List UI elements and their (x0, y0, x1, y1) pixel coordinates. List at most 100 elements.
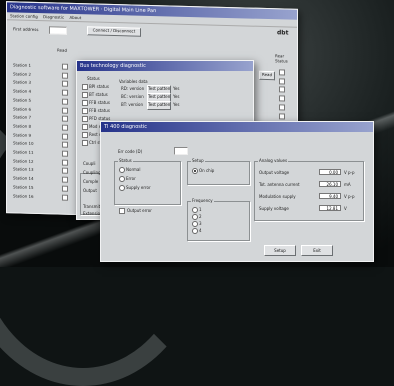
bus-status-checkbox[interactable] (82, 84, 88, 90)
station-read-checkbox[interactable] (62, 133, 68, 140)
station-label: Station 3 (13, 79, 32, 86)
bus-status-checkbox[interactable] (82, 132, 88, 138)
station-rear-checkbox[interactable] (279, 112, 285, 119)
frequency-radio[interactable] (192, 214, 198, 220)
station-rear-checkbox[interactable] (279, 78, 285, 85)
station-read-checkbox[interactable] (62, 168, 68, 175)
status-radio[interactable] (119, 185, 125, 191)
col-read-label: Read (57, 47, 68, 53)
station-read-checkbox[interactable] (62, 194, 68, 201)
bus-status-checkbox[interactable] (82, 92, 88, 98)
station-read-checkbox[interactable] (62, 107, 68, 114)
err-code-label: Err code (D) (118, 149, 143, 154)
station-rear-checkbox[interactable] (279, 104, 285, 111)
brand-logo: dbt (277, 29, 289, 37)
output-error-label: Output error (127, 208, 152, 213)
station-label: Station 8 (13, 123, 32, 129)
analog-unit: V p-p (344, 194, 355, 199)
station-label: Station 14 (13, 175, 34, 181)
station-read-checkbox[interactable] (62, 89, 68, 96)
col-status-label: Status (275, 58, 288, 64)
bus-var-label: BT: version (121, 102, 144, 107)
yes-label: Yes (173, 86, 180, 91)
station-label: Station 9 (13, 131, 32, 138)
station-label: Station 5 (13, 97, 32, 103)
station-label: Station 16 (13, 192, 34, 199)
bus-window-title: Bus technology diagnostic (77, 61, 253, 71)
bus-status-checkbox[interactable] (82, 124, 88, 130)
bus-status-checkbox[interactable] (82, 100, 88, 106)
station-read-checkbox[interactable] (62, 115, 68, 122)
station-rear-checkbox[interactable] (279, 69, 285, 76)
station-read-checkbox[interactable] (62, 141, 68, 149)
station-label: Station 7 (13, 114, 32, 121)
bus-status-label: Status (87, 76, 100, 81)
status-radio-label: Supply error (126, 185, 151, 190)
frequency-radio-label: 3 (199, 221, 202, 226)
first-address-field[interactable] (49, 26, 67, 35)
frequency-group-title: Frequency (191, 198, 214, 203)
bus-var-label: RD: version (121, 86, 145, 91)
bus-status-checkbox[interactable] (82, 116, 88, 122)
station-read-checkbox[interactable] (62, 150, 68, 157)
frequency-radio-label: 2 (199, 214, 202, 219)
menu-item-diagnostic[interactable]: Diagnostic (43, 14, 64, 20)
bus-left-label: Coupling (83, 170, 101, 175)
read-button[interactable]: Read (259, 70, 275, 81)
bus-status-label: FFB status (89, 100, 110, 105)
station-read-checkbox[interactable] (62, 185, 68, 192)
setup-button[interactable]: Setup (264, 245, 296, 256)
status-radio[interactable] (119, 167, 125, 173)
ti400-window-title: TI 400 diagnostic (101, 122, 373, 132)
status-radio-label: Normal (126, 167, 141, 172)
test-pattern-button[interactable]: Test pattern (147, 101, 171, 110)
err-code-field[interactable] (174, 147, 188, 155)
bus-status-checkbox[interactable] (82, 140, 88, 146)
station-rear-checkbox[interactable] (279, 95, 285, 102)
analog-label: Tot. antenna current (259, 182, 300, 187)
exit-button[interactable]: Exit (301, 245, 333, 256)
frequency-radio[interactable] (192, 228, 198, 234)
analog-value: 0.00 (319, 169, 341, 175)
station-read-checkbox[interactable] (62, 63, 68, 70)
station-read-checkbox[interactable] (62, 176, 68, 183)
output-error-checkbox[interactable] (119, 208, 125, 214)
yes-label: Yes (173, 102, 180, 107)
analog-label: Supply voltage (259, 206, 289, 211)
analog-label: Modulation supply (259, 194, 296, 199)
bus-status-label: BPI status (89, 84, 109, 89)
frequency-radio[interactable] (192, 221, 198, 227)
setup-on-chip-radio[interactable] (192, 168, 198, 174)
station-read-checkbox[interactable] (62, 98, 68, 105)
station-label: Station 11 (13, 149, 34, 155)
menu-item-station-config[interactable]: Station config (10, 13, 38, 19)
analog-label: Output voltage (259, 170, 290, 175)
frequency-radio-label: 1 (199, 207, 202, 212)
analog-value: 26.10 (319, 181, 341, 187)
analog-unit: V (344, 206, 347, 211)
station-label: Station 6 (13, 105, 32, 112)
station-read-checkbox[interactable] (62, 124, 68, 131)
analog-value: 9.40 (319, 193, 341, 199)
station-label: Station 15 (13, 184, 34, 190)
bus-status-label: BT status (89, 92, 108, 97)
analog-unit: V p-p (344, 170, 355, 175)
station-label: Station 1 (13, 62, 32, 68)
frequency-radio-label: 4 (199, 228, 202, 233)
bus-var-label: BC: version (121, 94, 144, 99)
station-label: Station 13 (13, 166, 34, 173)
bus-left-label: Comple (83, 179, 99, 184)
connect-button[interactable]: Connect / Disconnect (87, 26, 141, 37)
station-read-checkbox[interactable] (62, 72, 68, 79)
station-read-checkbox[interactable] (62, 159, 68, 166)
station-rear-checkbox[interactable] (279, 86, 285, 93)
first-address-label: First address (13, 26, 39, 33)
bus-status-label: FFB status (89, 108, 110, 113)
ti400-diagnostic-window: TI 400 diagnostic Err code (D) Status No… (100, 121, 374, 262)
status-radio[interactable] (119, 176, 125, 182)
station-read-checkbox[interactable] (62, 81, 68, 88)
frequency-radio[interactable] (192, 207, 198, 213)
menu-item-about[interactable]: About (69, 15, 81, 20)
analog-value: 12.81 (319, 205, 341, 211)
bus-status-checkbox[interactable] (82, 108, 88, 114)
